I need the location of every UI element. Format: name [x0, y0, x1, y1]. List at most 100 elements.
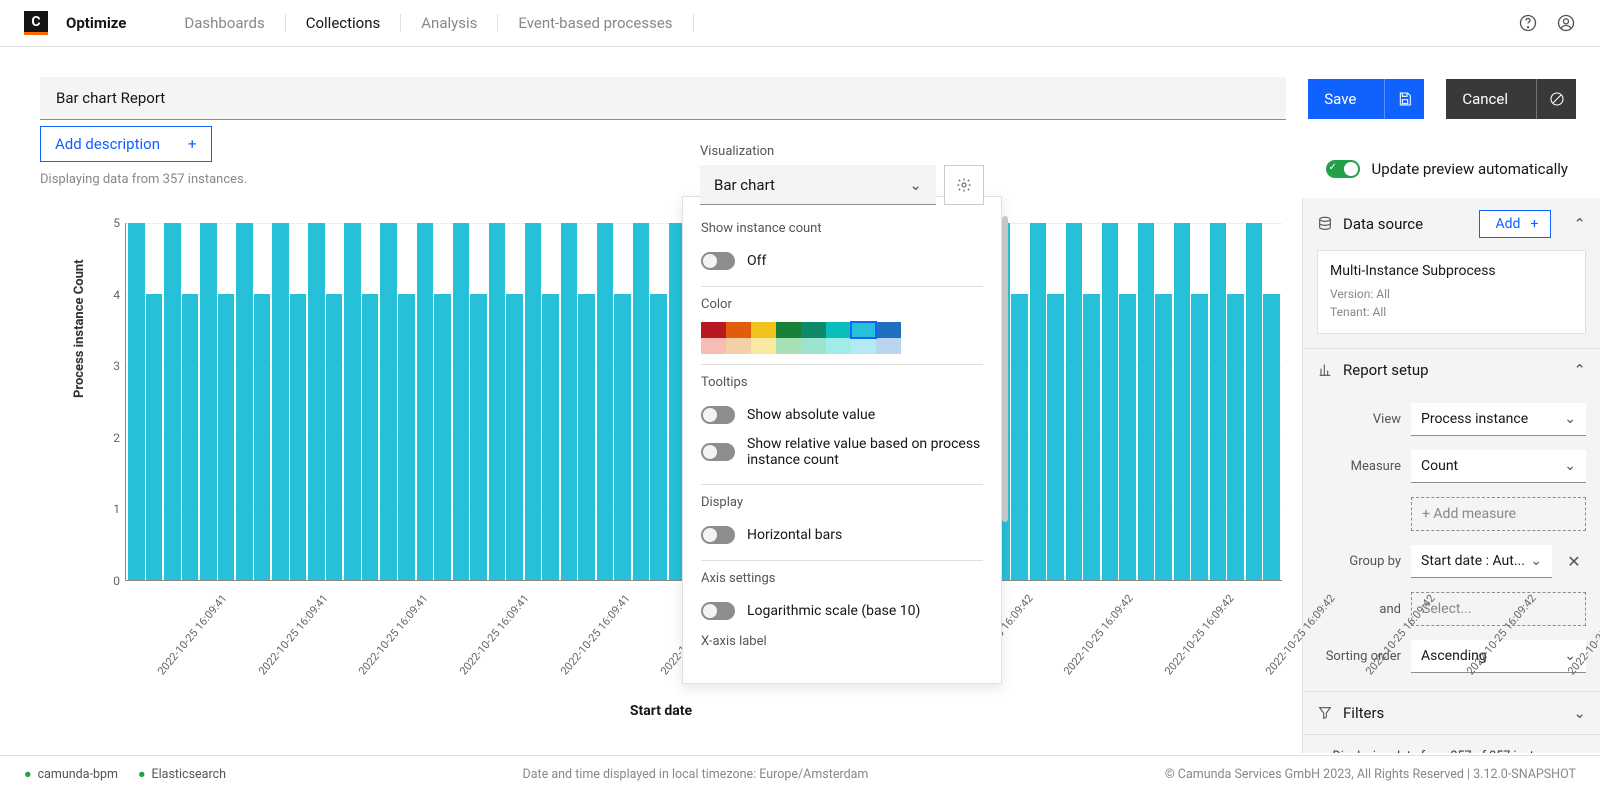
- bar[interactable]: [525, 223, 542, 580]
- clear-group-by-button[interactable]: ✕: [1562, 552, 1586, 571]
- bar[interactable]: [506, 294, 523, 580]
- bar[interactable]: [128, 223, 145, 580]
- bar[interactable]: [1155, 294, 1172, 580]
- bar-group[interactable]: [380, 223, 414, 580]
- bar[interactable]: [362, 294, 379, 580]
- bar[interactable]: [326, 294, 343, 580]
- chevron-up-icon[interactable]: ⌃: [1573, 215, 1586, 233]
- cancel-button[interactable]: Cancel: [1446, 79, 1576, 119]
- bar-group[interactable]: [1210, 223, 1244, 580]
- bar-group[interactable]: [344, 223, 378, 580]
- group-by-select[interactable]: Start date : Aut... ⌄: [1411, 545, 1552, 578]
- bar-group[interactable]: [1246, 223, 1280, 580]
- bar[interactable]: [1138, 223, 1155, 580]
- view-select[interactable]: Process instance ⌄: [1411, 403, 1586, 436]
- bar[interactable]: [290, 294, 307, 580]
- color-swatch[interactable]: [726, 322, 751, 338]
- data-source-card[interactable]: Multi-Instance Subprocess Version: All T…: [1317, 250, 1586, 334]
- bar[interactable]: [1102, 223, 1119, 580]
- bar[interactable]: [1227, 294, 1244, 580]
- nav-dashboards[interactable]: Dashboards: [164, 14, 285, 32]
- bar[interactable]: [272, 223, 289, 580]
- color-swatch[interactable]: [876, 338, 901, 354]
- bar[interactable]: [146, 294, 163, 580]
- bar[interactable]: [236, 223, 253, 580]
- bar[interactable]: [344, 223, 361, 580]
- bar-group[interactable]: [1030, 223, 1064, 580]
- color-swatch[interactable]: [701, 338, 726, 354]
- bar[interactable]: [1191, 294, 1208, 580]
- popover-scrollbar[interactable]: [1002, 216, 1008, 522]
- bar-group[interactable]: [561, 223, 595, 580]
- bar[interactable]: [164, 223, 181, 580]
- bar-group[interactable]: [633, 223, 667, 580]
- bar[interactable]: [453, 223, 470, 580]
- bar[interactable]: [417, 223, 434, 580]
- add-data-source-button[interactable]: Add +: [1479, 210, 1552, 238]
- bar-group[interactable]: [417, 223, 451, 580]
- color-swatch[interactable]: [826, 338, 851, 354]
- user-icon[interactable]: [1556, 13, 1576, 33]
- bar[interactable]: [1083, 294, 1100, 580]
- bar[interactable]: [380, 223, 397, 580]
- bar-group[interactable]: [1102, 223, 1136, 580]
- data-source-header[interactable]: Data source Add + ⌃: [1303, 198, 1600, 250]
- color-swatch[interactable]: [851, 338, 876, 354]
- log-scale-toggle[interactable]: [701, 602, 735, 620]
- measure-select[interactable]: Count ⌄: [1411, 450, 1586, 483]
- color-swatch[interactable]: [826, 322, 851, 338]
- bar-group[interactable]: [453, 223, 487, 580]
- nav-analysis[interactable]: Analysis: [401, 14, 498, 32]
- bar-group[interactable]: [236, 223, 270, 580]
- bar-group[interactable]: [1066, 223, 1100, 580]
- show-instance-count-toggle[interactable]: [701, 252, 735, 270]
- bar[interactable]: [254, 294, 271, 580]
- color-swatch[interactable]: [876, 322, 901, 338]
- bar[interactable]: [1210, 223, 1227, 580]
- auto-preview-toggle[interactable]: ✓: [1326, 160, 1360, 178]
- save-dropdown-icon[interactable]: [1384, 79, 1424, 119]
- bar[interactable]: [561, 223, 578, 580]
- bar-group[interactable]: [200, 223, 234, 580]
- report-setup-header[interactable]: Report setup ⌃: [1303, 349, 1600, 391]
- color-swatch[interactable]: [701, 322, 726, 338]
- visualization-settings-button[interactable]: [944, 165, 984, 205]
- save-button[interactable]: Save: [1308, 79, 1424, 119]
- bar[interactable]: [489, 223, 506, 580]
- bar-group[interactable]: [128, 223, 162, 580]
- help-icon[interactable]: [1518, 13, 1538, 33]
- bar[interactable]: [650, 294, 667, 580]
- bar[interactable]: [182, 294, 199, 580]
- show-absolute-toggle[interactable]: [701, 406, 735, 424]
- bar-group[interactable]: [489, 223, 523, 580]
- color-swatch[interactable]: [801, 338, 826, 354]
- bar[interactable]: [1119, 294, 1136, 580]
- color-swatch[interactable]: [851, 322, 876, 338]
- bar-group[interactable]: [272, 223, 306, 580]
- bar[interactable]: [542, 294, 559, 580]
- bar[interactable]: [308, 223, 325, 580]
- bar[interactable]: [597, 223, 614, 580]
- bar-group[interactable]: [1174, 223, 1208, 580]
- bar[interactable]: [1047, 294, 1064, 580]
- show-relative-toggle[interactable]: [701, 443, 735, 461]
- bar[interactable]: [1066, 223, 1083, 580]
- report-title-input[interactable]: Bar chart Report: [40, 77, 1286, 120]
- bar-group[interactable]: [1138, 223, 1172, 580]
- color-swatch[interactable]: [751, 338, 776, 354]
- bar[interactable]: [578, 294, 595, 580]
- bar-group[interactable]: [308, 223, 342, 580]
- bar[interactable]: [398, 294, 415, 580]
- bar[interactable]: [614, 294, 631, 580]
- bar[interactable]: [1263, 294, 1280, 580]
- bar[interactable]: [1174, 223, 1191, 580]
- bar[interactable]: [470, 294, 487, 580]
- bar[interactable]: [434, 294, 451, 580]
- bar[interactable]: [1030, 223, 1047, 580]
- color-swatch[interactable]: [776, 322, 801, 338]
- nav-collections[interactable]: Collections: [286, 14, 402, 32]
- bar[interactable]: [1246, 223, 1263, 580]
- nav-event-processes[interactable]: Event-based processes: [498, 14, 693, 32]
- bar-group[interactable]: [164, 223, 198, 580]
- bar[interactable]: [1011, 294, 1028, 580]
